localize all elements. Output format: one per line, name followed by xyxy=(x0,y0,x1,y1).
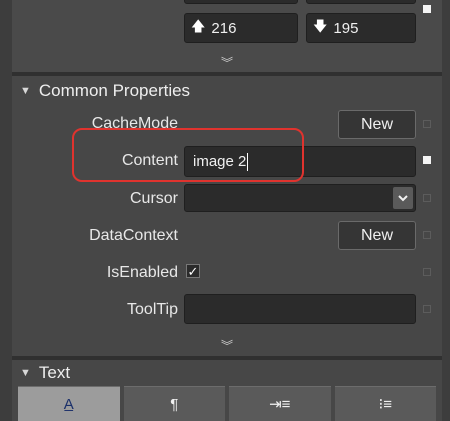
isenabled-checkbox[interactable]: ✓ xyxy=(186,264,200,278)
double-chevron-down-icon: ︾ xyxy=(220,338,233,353)
indent-icon: ⇥≡ xyxy=(269,396,291,413)
cursor-label: Cursor xyxy=(129,190,178,207)
double-chevron-down-icon: ︾ xyxy=(220,55,233,70)
content-advanced-marker[interactable] xyxy=(423,156,431,164)
text-section-header[interactable]: ▼ Text xyxy=(12,360,442,386)
cursor-combobox[interactable] xyxy=(184,184,416,212)
common-properties-title: Common Properties xyxy=(38,81,191,100)
margin-bottom-field[interactable]: 🡇 195 xyxy=(306,13,416,43)
chevron-down-icon[interactable] xyxy=(393,187,413,209)
tooltip-input[interactable] xyxy=(184,294,416,324)
tab-font[interactable]: A̲ xyxy=(18,386,120,421)
tab-list[interactable]: ⁝≡ xyxy=(334,386,436,421)
margin-top-field[interactable]: 🡅 216 xyxy=(184,13,298,43)
tooltip-label: ToolTip xyxy=(127,301,178,318)
arrow-down-icon: 🡇 xyxy=(313,18,328,34)
datacontext-new-button[interactable]: New xyxy=(338,221,416,250)
arrow-up-icon: 🡅 xyxy=(191,18,206,34)
collapse-triangle-icon: ▼ xyxy=(20,367,31,379)
paragraph-icon: ¶ xyxy=(170,395,179,413)
margin-field-left[interactable] xyxy=(184,0,298,4)
text-section-title: Text xyxy=(38,363,71,382)
highlight-annotation xyxy=(72,128,304,182)
margin-top-value: 216 xyxy=(211,19,237,37)
list-icon: ⁝≡ xyxy=(378,396,393,413)
cursor-advanced-marker[interactable] xyxy=(423,194,431,202)
datacontext-advanced-marker[interactable] xyxy=(423,231,431,239)
expand-layout-button[interactable]: ︾ xyxy=(12,53,442,71)
collapse-triangle-icon: ▼ xyxy=(20,85,31,97)
text-tabs: A̲ ¶ ⇥≡ ⁝≡ xyxy=(18,386,436,421)
tab-paragraph[interactable]: ¶ xyxy=(123,386,225,421)
tab-indent[interactable]: ⇥≡ xyxy=(229,386,331,421)
isenabled-label: IsEnabled xyxy=(106,264,178,281)
margin-field-right[interactable] xyxy=(306,0,416,4)
font-icon: A̲ xyxy=(63,395,74,413)
checkmark-icon: ✓ xyxy=(187,263,199,279)
expand-common-properties-button[interactable]: ︾ xyxy=(12,336,442,354)
isenabled-advanced-marker[interactable] xyxy=(423,268,431,276)
cachemode-advanced-marker[interactable] xyxy=(423,120,431,128)
common-properties-header[interactable]: ▼ Common Properties xyxy=(12,77,442,105)
margin-bottom-value: 195 xyxy=(333,19,359,37)
tooltip-advanced-marker[interactable] xyxy=(423,305,431,313)
advanced-options-marker[interactable] xyxy=(423,5,431,13)
datacontext-label: DataContext xyxy=(89,227,178,244)
cachemode-new-button[interactable]: New xyxy=(338,110,416,139)
